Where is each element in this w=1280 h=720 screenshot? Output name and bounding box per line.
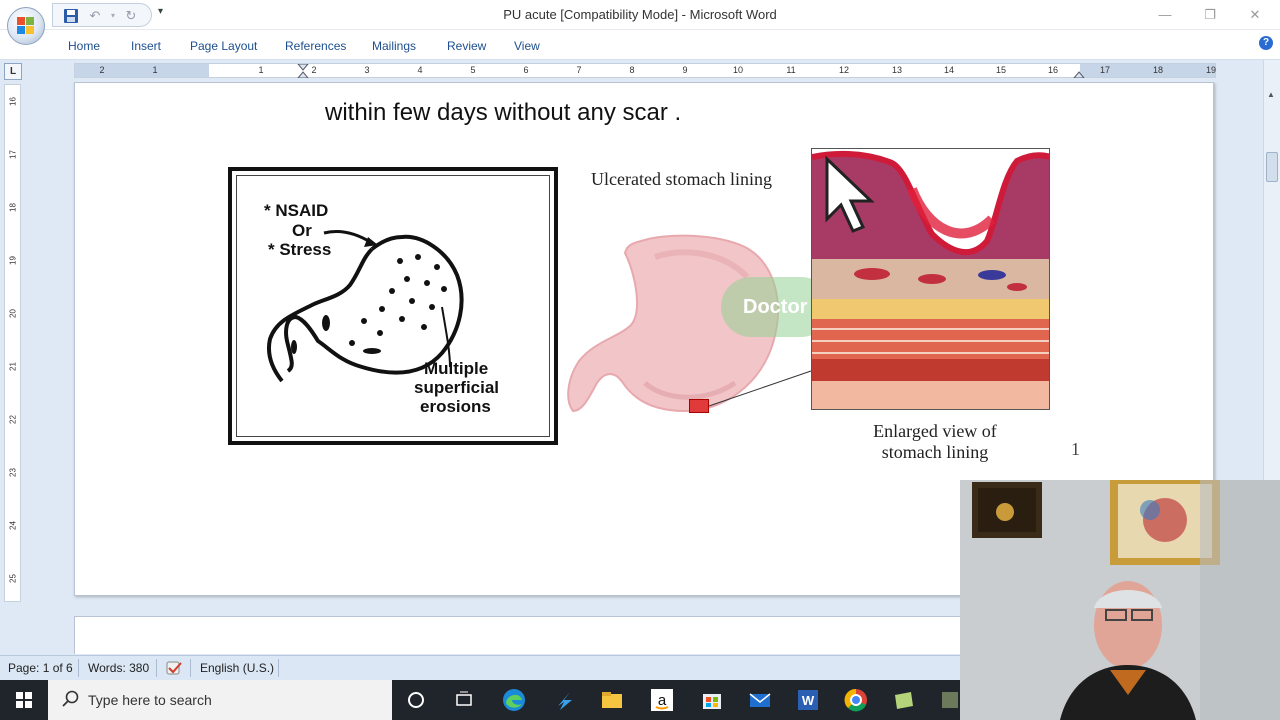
ruler-number: 19 — [8, 256, 18, 265]
ruler-number: 18 — [1152, 65, 1163, 75]
vertical-ruler[interactable]: 16 17 18 19 20 21 22 23 24 25 — [4, 84, 21, 602]
tab-home[interactable]: Home — [68, 39, 100, 53]
ribbon-tabs: Home Insert Page Layout References Maili… — [0, 30, 1280, 60]
tab-selector-button[interactable]: L — [4, 63, 22, 80]
ruler-number: 17 — [8, 150, 18, 159]
ruler-number: 1 — [258, 65, 264, 75]
tab-review[interactable]: Review — [447, 39, 486, 53]
ruler-number: 8 — [629, 65, 635, 75]
office-button[interactable] — [7, 7, 45, 45]
ruler-number: 9 — [682, 65, 688, 75]
page-count-status[interactable]: Page: 1 of 6 — [8, 661, 73, 675]
office-logo-icon — [17, 17, 35, 35]
ruler-number: 6 — [523, 65, 529, 75]
chrome-icon[interactable] — [842, 686, 870, 714]
file-explorer-icon[interactable] — [598, 686, 626, 714]
ruler-number: 20 — [8, 309, 18, 318]
ruler-number: 16 — [1047, 65, 1058, 75]
scrollbar-thumb[interactable] — [1266, 152, 1278, 182]
restore-button[interactable]: ❐ — [1195, 4, 1225, 26]
store-icon[interactable] — [698, 686, 726, 714]
horizontal-ruler[interactable]: 2 1 1 2 3 4 5 6 7 8 9 10 11 12 13 14 15 … — [74, 63, 1216, 78]
window-title: PU acute [Compatibility Mode] - Microsof… — [503, 7, 777, 22]
ruler-number: 22 — [8, 415, 18, 424]
tab-mailings[interactable]: Mailings — [372, 39, 416, 53]
tab-references[interactable]: References — [285, 39, 346, 53]
task-view-icon[interactable] — [450, 686, 478, 714]
ruler-number: 7 — [576, 65, 582, 75]
status-separator — [78, 659, 79, 677]
tab-view[interactable]: View — [514, 39, 540, 53]
proofing-icon[interactable] — [165, 660, 183, 676]
ruler-number: 19 — [1205, 65, 1216, 75]
ruler-area: L 2 1 1 2 3 4 5 6 7 8 9 10 11 12 13 14 1… — [0, 60, 1280, 82]
ruler-number: 12 — [838, 65, 849, 75]
word-count-status[interactable]: Words: 380 — [88, 661, 149, 675]
ruler-number: 24 — [8, 521, 18, 530]
enlarged-caption-line2: stomach lining — [881, 442, 989, 462]
svg-text:a: a — [658, 692, 667, 709]
ruler-number: 2 — [99, 65, 105, 75]
minimize-button[interactable]: — — [1150, 4, 1180, 26]
language-status[interactable]: English (U.S.) — [200, 661, 274, 675]
help-icon[interactable]: ? — [1259, 36, 1273, 50]
taskbar-search-box[interactable]: Type here to search — [48, 680, 392, 720]
ruler-number: 13 — [891, 65, 902, 75]
enlarged-caption: Enlarged view of stomach lining — [835, 421, 1035, 463]
webcam-overlay — [960, 480, 1280, 720]
enlarged-caption-line1: Enlarged view of — [873, 421, 997, 441]
ruler-number: 17 — [1099, 65, 1110, 75]
right-indent-marker-icon[interactable] — [1073, 64, 1085, 78]
amazon-icon[interactable]: a — [648, 686, 676, 714]
cortana-icon[interactable] — [402, 686, 430, 714]
windows-logo-icon — [16, 692, 32, 708]
start-button[interactable] — [0, 680, 48, 720]
ruler-number: 23 — [8, 468, 18, 477]
status-separator — [190, 659, 191, 677]
notes-app-icon[interactable] — [890, 686, 918, 714]
status-separator — [156, 659, 157, 677]
ruler-number: 16 — [8, 97, 18, 106]
ruler-number: 15 — [995, 65, 1006, 75]
ruler-number: 18 — [8, 203, 18, 212]
figure-number: 1 — [1071, 439, 1080, 459]
search-placeholder: Type here to search — [88, 692, 212, 708]
search-icon — [62, 690, 79, 707]
status-separator — [278, 659, 279, 677]
ruler-number: 25 — [8, 574, 18, 583]
ruler-number: 14 — [943, 65, 954, 75]
close-button[interactable]: ✕ — [1240, 4, 1270, 26]
visual-studio-icon[interactable] — [550, 686, 578, 714]
mail-icon[interactable] — [746, 686, 774, 714]
title-bar: ↶ ▾ ↻ ▾ PU acute [Compatibility Mode] - … — [0, 0, 1280, 30]
ruler-number: 3 — [364, 65, 370, 75]
tab-insert[interactable]: Insert — [131, 39, 161, 53]
svg-text:W: W — [802, 693, 815, 708]
ruler-number: 5 — [470, 65, 476, 75]
indent-marker-icon[interactable] — [297, 64, 309, 78]
ruler-number: 11 — [786, 65, 796, 75]
word-app-icon[interactable]: W — [794, 686, 822, 714]
edge-browser-icon[interactable] — [500, 686, 528, 714]
tab-page-layout[interactable]: Page Layout — [190, 39, 257, 53]
mouse-pointer-icon — [825, 155, 875, 233]
presenter-video-image — [960, 480, 1280, 720]
ruler-number: 10 — [732, 65, 743, 75]
scroll-up-arrow-icon[interactable]: ▲ — [1267, 90, 1275, 99]
ruler-number: 1 — [152, 65, 158, 75]
ruler-number: 21 — [8, 362, 18, 371]
ruler-number: 4 — [417, 65, 423, 75]
